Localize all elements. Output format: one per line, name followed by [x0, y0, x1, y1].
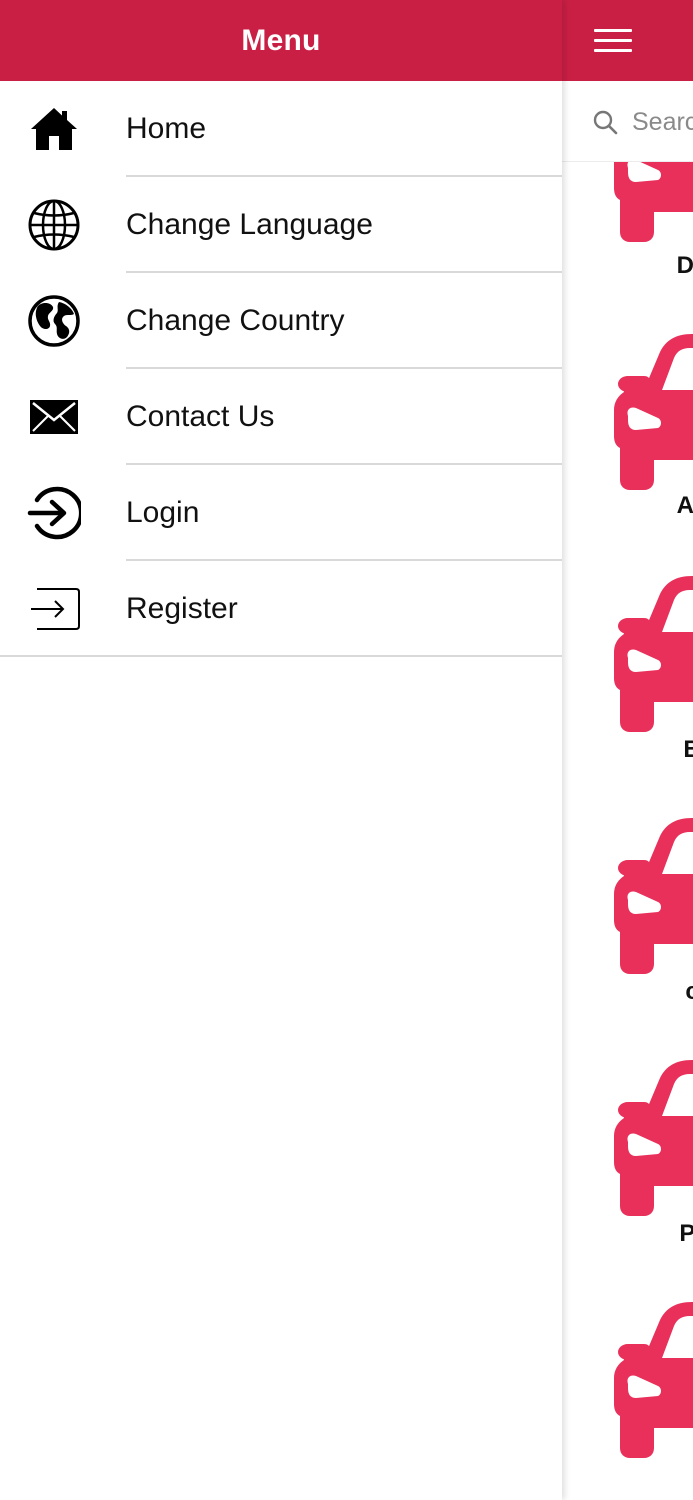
main-app: Da Ac B c	[562, 0, 693, 1500]
envelope-icon	[26, 389, 82, 445]
car-item-label: c	[685, 978, 693, 1005]
search-input[interactable]	[632, 105, 693, 139]
earth-icon	[26, 293, 82, 349]
car-icon	[614, 1302, 693, 1458]
car-item-label: B	[683, 736, 693, 763]
navigation-drawer: Menu Home Change Language Change Country…	[0, 0, 562, 1500]
menu-item-home[interactable]: Home	[0, 81, 562, 177]
search-bar	[562, 81, 693, 162]
car-icon	[614, 162, 693, 242]
divider	[0, 655, 562, 657]
menu-item-label: Home	[126, 112, 207, 145]
home-icon	[26, 101, 82, 157]
menu-item-label: Login	[126, 496, 200, 529]
car-item[interactable]: B	[562, 564, 693, 806]
car-item[interactable]: Ac	[562, 322, 693, 564]
menu-item-change-language[interactable]: Change Language	[0, 177, 562, 273]
menu-item-login[interactable]: Login	[0, 465, 562, 561]
menu-item-register[interactable]: Register	[0, 561, 562, 657]
car-icon	[614, 818, 693, 974]
car-item[interactable]: Da	[562, 162, 693, 279]
menu-item-label: Change Country	[126, 304, 345, 337]
login-icon	[26, 485, 82, 541]
drawer-header: Menu	[0, 0, 562, 81]
car-item-label: Pr	[679, 1220, 693, 1247]
menu-item-label: Change Language	[126, 208, 373, 241]
register-icon	[26, 581, 82, 637]
car-icon	[614, 1060, 693, 1216]
menu-item-label: Contact Us	[126, 400, 275, 433]
car-icon	[614, 334, 693, 490]
drawer-title: Menu	[241, 23, 321, 57]
car-item[interactable]: Pr	[562, 1048, 693, 1290]
car-icon	[614, 576, 693, 732]
car-list: Da Ac B c	[562, 162, 693, 1500]
menu-item-change-country[interactable]: Change Country	[0, 273, 562, 369]
car-item[interactable]	[562, 1290, 693, 1500]
menu-item-contact-us[interactable]: Contact Us	[0, 369, 562, 465]
menu-list: Home Change Language Change Country Cont…	[0, 81, 562, 657]
main-header	[562, 0, 693, 81]
car-item-label: Ac	[676, 492, 693, 519]
search-icon	[593, 110, 618, 135]
screen: Da Ac B c	[0, 0, 693, 1500]
hamburger-menu-icon[interactable]	[594, 29, 632, 53]
menu-item-label: Register	[126, 592, 238, 625]
car-item-label: Da	[676, 252, 693, 279]
car-item[interactable]: c	[562, 806, 693, 1048]
globe-grid-icon	[26, 197, 82, 253]
